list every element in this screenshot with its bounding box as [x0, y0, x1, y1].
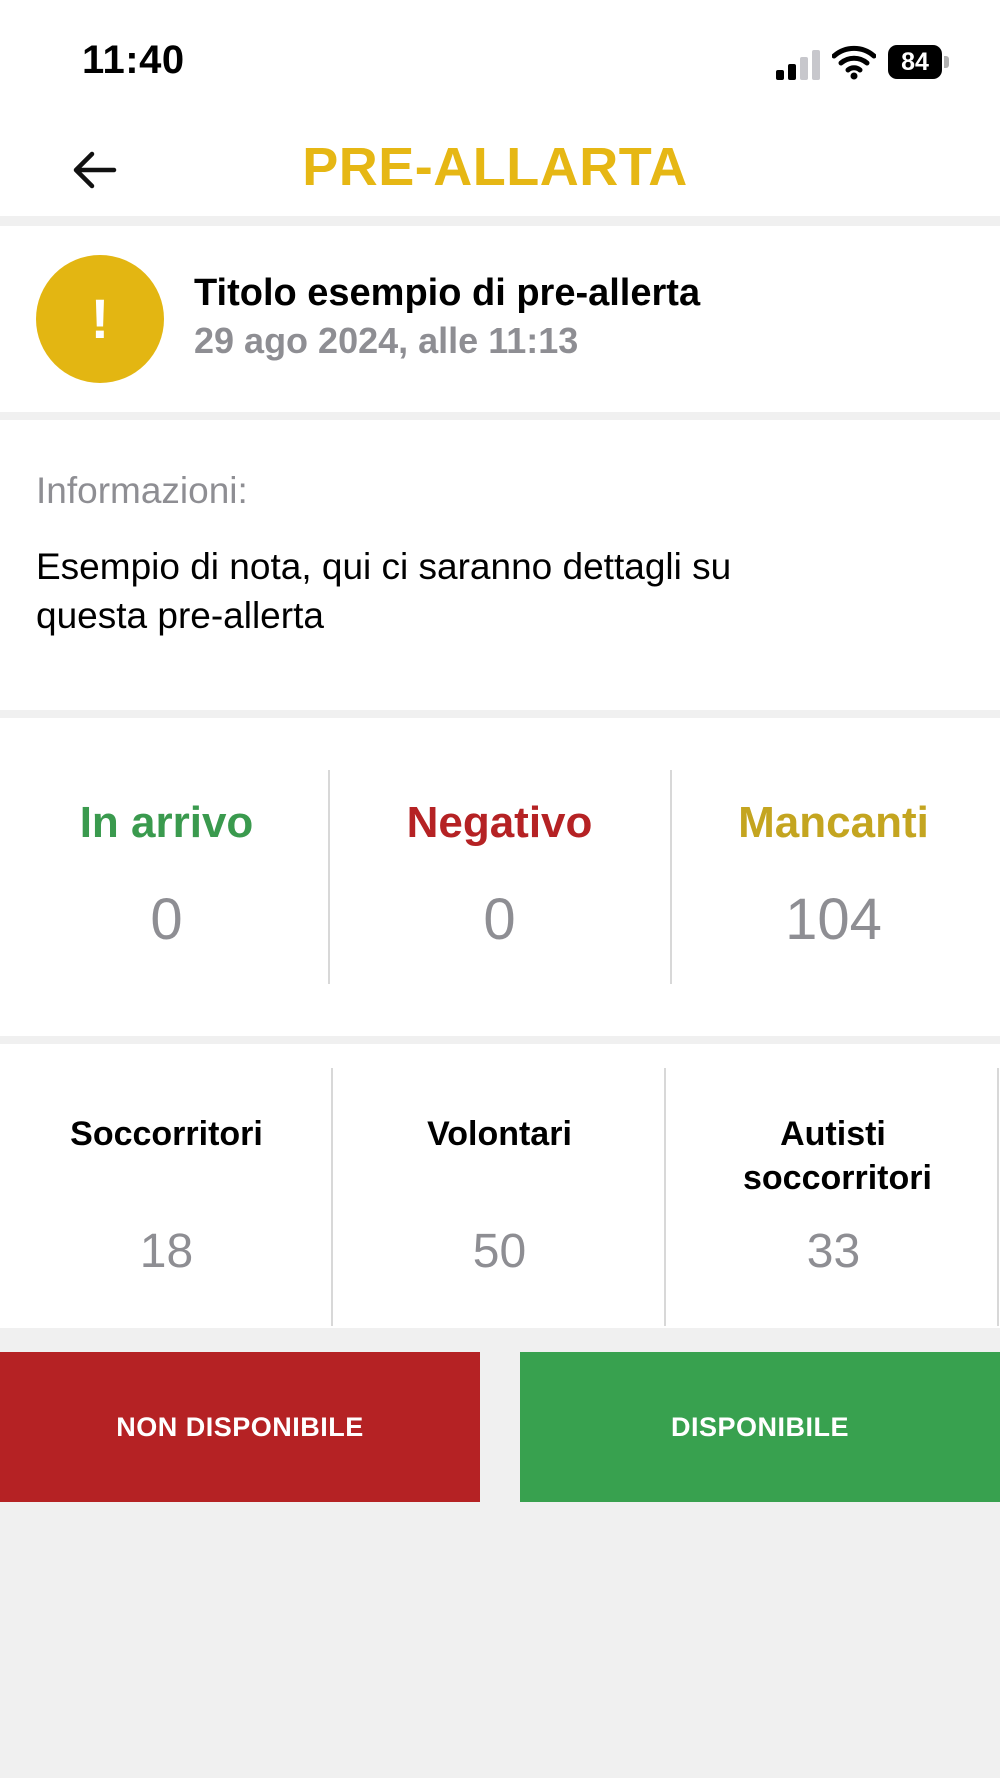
stat-value: 0: [150, 887, 183, 952]
stat-label: Negativo: [406, 798, 593, 847]
stat-mancanti: Mancanti 104: [667, 718, 1000, 1036]
stat-value: 0: [483, 887, 516, 952]
stat-label: Mancanti: [738, 798, 929, 847]
stat-negativo: Negativo 0: [333, 718, 666, 1036]
role-volontari: Volontari 50: [333, 1044, 666, 1328]
wifi-icon: [831, 44, 877, 80]
role-label: Soccorritori: [70, 1115, 263, 1153]
role-autisti-soccorritori: Autisti soccorritori 33: [667, 1044, 1000, 1328]
non-disponibile-button[interactable]: NON DISPONIBILE: [0, 1352, 480, 1502]
page-title: PRE-ALLARTA: [302, 137, 688, 197]
role-value: 18: [139, 1225, 194, 1278]
disponibile-button[interactable]: DISPONIBILE: [520, 1352, 1000, 1502]
role-label: Autisti soccorritori: [743, 1115, 932, 1197]
stat-in-arrivo: In arrivo 0: [0, 718, 333, 1036]
stat-value: 104: [785, 887, 882, 952]
cellular-signal-icon: [776, 50, 820, 80]
role-value: 50: [472, 1225, 527, 1278]
role-label: Volontari: [427, 1115, 572, 1153]
divider: [328, 770, 330, 984]
divider: [664, 1068, 666, 1326]
alert-date: 29 ago 2024, alle 11:13: [194, 320, 579, 361]
info-label: Informazioni:: [36, 470, 248, 511]
info-text: Esempio di nota, qui ci saranno dettagli…: [36, 546, 732, 636]
role-soccorritori: Soccorritori 18: [0, 1044, 333, 1328]
battery-level: 84: [888, 45, 942, 79]
divider: [997, 1068, 999, 1326]
exclamation-icon: !: [36, 255, 164, 383]
role-value: 33: [806, 1225, 861, 1278]
stat-label: In arrivo: [79, 798, 254, 847]
status-time: 11:40: [82, 38, 185, 82]
alert-title: Titolo esempio di pre-allerta: [194, 272, 701, 314]
battery-icon: 84: [888, 45, 950, 79]
